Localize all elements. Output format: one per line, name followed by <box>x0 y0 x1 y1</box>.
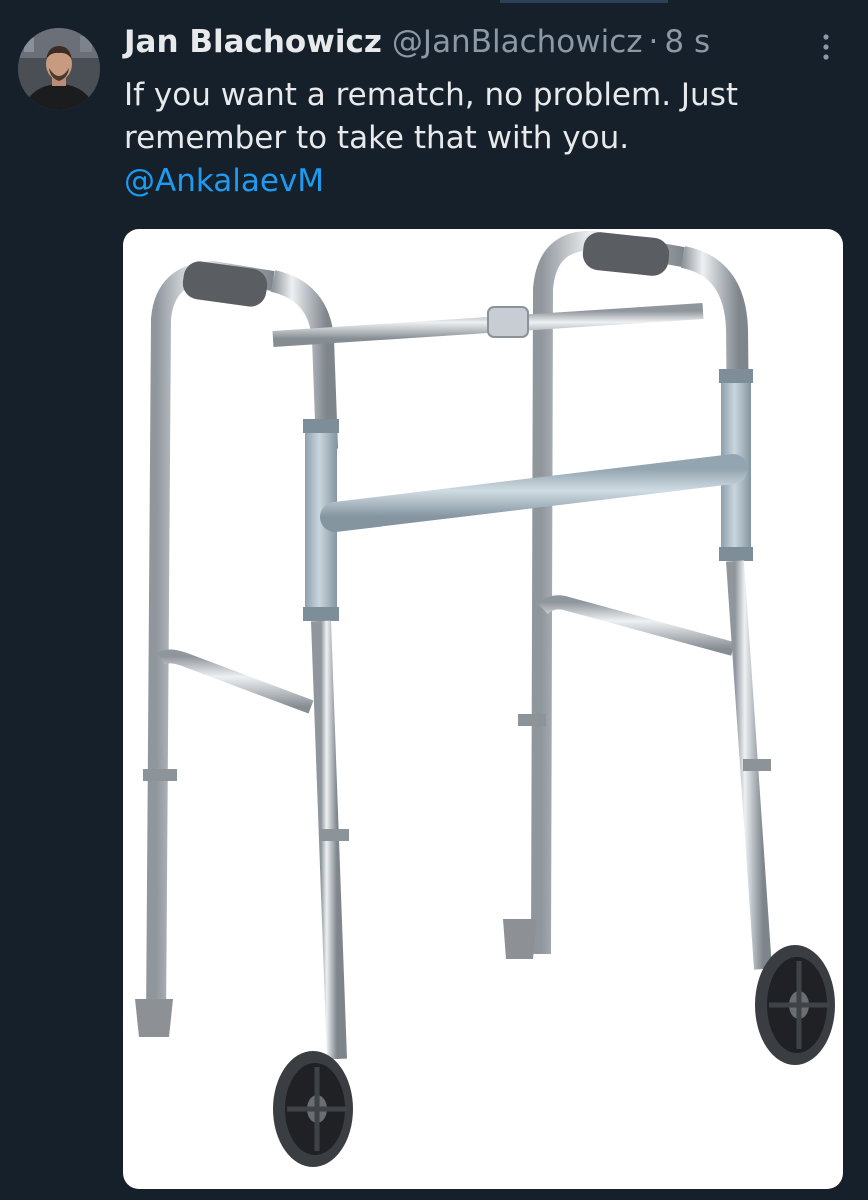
tweet-text-line-2: remember to take that with you. <box>124 120 630 156</box>
tweet: Jan Blachowicz @JanBlachowicz · 8 s If y… <box>0 0 868 1200</box>
more-vertical-icon[interactable] <box>816 32 836 62</box>
tweet-media-image[interactable] <box>123 229 843 1189</box>
walker-illustration <box>135 230 835 1167</box>
avatar-photo <box>18 28 100 110</box>
separator-dot: · <box>648 24 659 60</box>
avatar[interactable] <box>18 28 100 110</box>
mention-link[interactable]: @AnkalaevM <box>124 160 844 203</box>
tweet-header: Jan Blachowicz @JanBlachowicz · 8 s <box>124 24 710 70</box>
display-name[interactable]: Jan Blachowicz <box>124 24 382 60</box>
tweet-text: If you want a rematch, no problem. Just … <box>124 74 844 203</box>
tweet-text-line-1: If you want a rematch, no problem. Just <box>124 77 739 113</box>
timestamp[interactable]: 8 s <box>664 24 710 60</box>
handle[interactable]: @JanBlachowicz <box>392 24 643 60</box>
